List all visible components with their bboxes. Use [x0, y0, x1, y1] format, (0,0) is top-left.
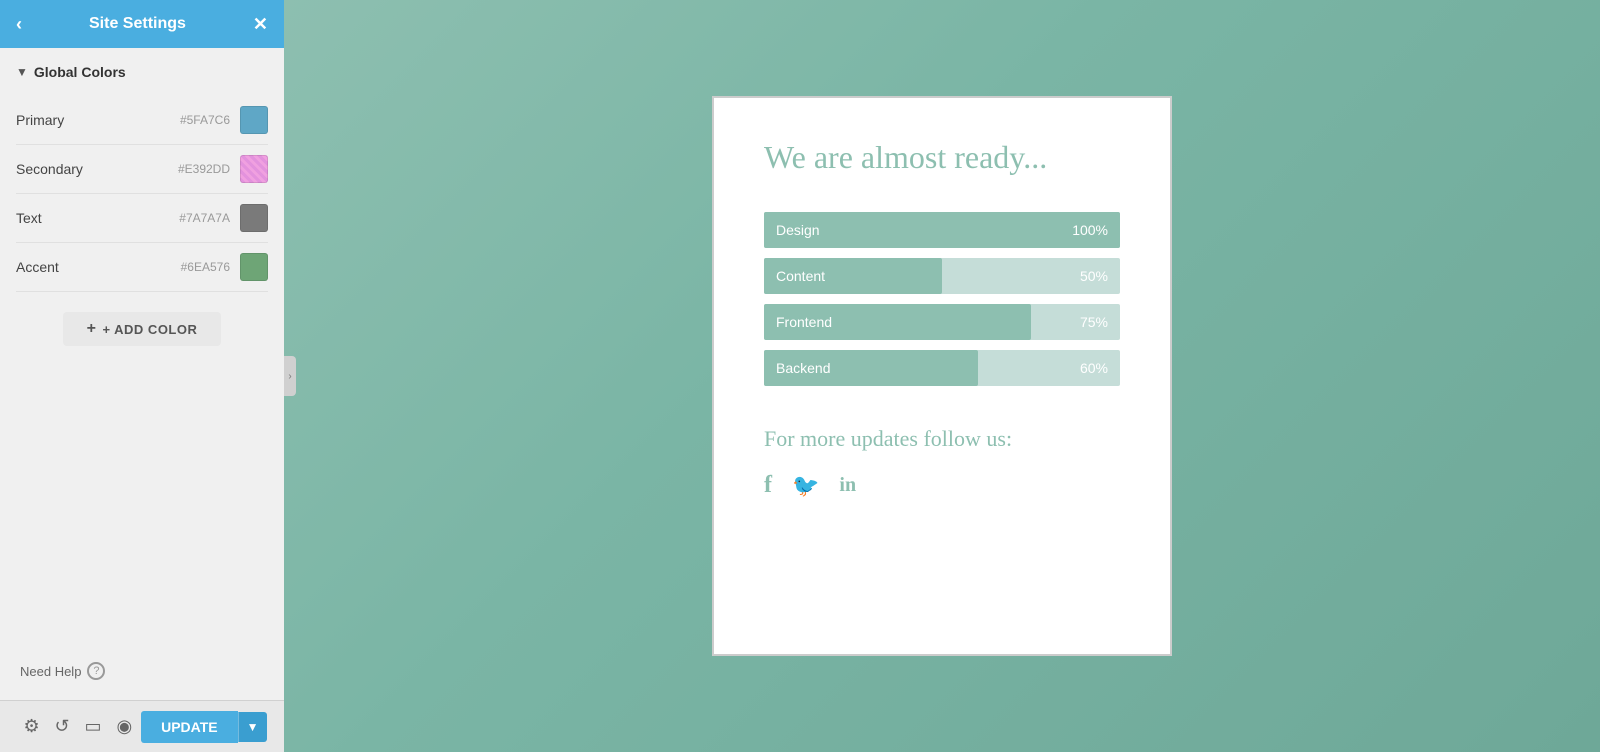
progress-item: Design 100% [764, 212, 1120, 248]
progress-percent: 60% [1080, 360, 1120, 376]
update-btn-group: UPDATE ▼ [141, 711, 266, 743]
progress-percent: 75% [1080, 314, 1120, 330]
color-row-accent: Accent #6EA576 [16, 243, 268, 292]
color-row-secondary: Secondary #E392DD [16, 145, 268, 194]
need-help-label: Need Help [20, 664, 81, 679]
sidebar-title: Site Settings [22, 15, 253, 33]
need-help-section[interactable]: Need Help ? [0, 642, 284, 700]
progress-item: Frontend 75% [764, 304, 1120, 340]
history-icon-button[interactable]: ↺ [49, 710, 76, 743]
color-label-text: Text [16, 210, 179, 226]
color-swatch-text[interactable] [240, 204, 268, 232]
progress-item: Content 50% [764, 258, 1120, 294]
linkedin-icon[interactable]: in [839, 474, 856, 497]
color-label-primary: Primary [16, 112, 180, 128]
preview-card: We are almost ready... Design 100% Conte… [712, 96, 1172, 656]
color-hex-primary: #5FA7C6 [180, 113, 230, 127]
update-button[interactable]: UPDATE [141, 711, 238, 743]
close-button[interactable]: ✕ [253, 14, 268, 35]
collapse-sidebar-handle[interactable]: › [284, 356, 296, 396]
eye-icon-button[interactable]: ◉ [110, 710, 138, 743]
color-hex-secondary: #E392DD [178, 162, 230, 176]
help-icon: ? [87, 662, 105, 680]
progress-item: Backend 60% [764, 350, 1120, 386]
progress-section: Design 100% Content 50% Frontend 75% Bac… [764, 212, 1120, 386]
update-dropdown-button[interactable]: ▼ [238, 712, 267, 742]
progress-label: Design [764, 222, 1072, 238]
settings-icon-button[interactable]: ⚙ [17, 710, 45, 743]
add-color-label: + ADD COLOR [102, 322, 197, 337]
progress-bar-container: Frontend 75% [764, 304, 1120, 340]
sidebar-content: ▼ Global Colors Primary #5FA7C6 Secondar… [0, 48, 284, 642]
color-swatch-accent[interactable] [240, 253, 268, 281]
progress-bar-container: Design 100% [764, 212, 1120, 248]
progress-percent: 50% [1080, 268, 1120, 284]
progress-bar-container: Content 50% [764, 258, 1120, 294]
color-label-secondary: Secondary [16, 161, 178, 177]
sidebar: ‹ Site Settings ✕ ▼ Global Colors Primar… [0, 0, 284, 752]
plus-icon: + [87, 320, 97, 338]
sidebar-footer: ⚙ ↺ ▭ ◉ UPDATE ▼ [0, 700, 284, 752]
progress-bar-container: Backend 60% [764, 350, 1120, 386]
color-swatch-secondary[interactable] [240, 155, 268, 183]
preview-title: We are almost ready... [764, 138, 1120, 176]
progress-percent: 100% [1072, 222, 1120, 238]
content-area: We are almost ready... Design 100% Conte… [284, 0, 1600, 752]
add-color-button[interactable]: + + ADD COLOR [63, 312, 222, 346]
facebook-icon[interactable]: f [764, 472, 772, 499]
progress-label: Content [764, 268, 1080, 284]
color-hex-accent: #6EA576 [181, 260, 230, 274]
section-title: Global Colors [34, 64, 126, 80]
follow-section: For more updates follow us: f 🐦 in [764, 426, 1120, 499]
chevron-down-icon: ▼ [16, 65, 28, 79]
progress-label: Frontend [764, 314, 1080, 330]
sidebar-header: ‹ Site Settings ✕ [0, 0, 284, 48]
follow-title: For more updates follow us: [764, 426, 1120, 452]
global-colors-section-header[interactable]: ▼ Global Colors [16, 64, 268, 80]
color-label-accent: Accent [16, 259, 181, 275]
color-row-text: Text #7A7A7A [16, 194, 268, 243]
social-icons: f 🐦 in [764, 472, 1120, 499]
progress-label: Backend [764, 360, 1080, 376]
color-swatch-primary[interactable] [240, 106, 268, 134]
display-icon-button[interactable]: ▭ [79, 710, 108, 743]
color-row-primary: Primary #5FA7C6 [16, 96, 268, 145]
color-hex-text: #7A7A7A [179, 211, 230, 225]
twitter-icon[interactable]: 🐦 [792, 473, 819, 499]
